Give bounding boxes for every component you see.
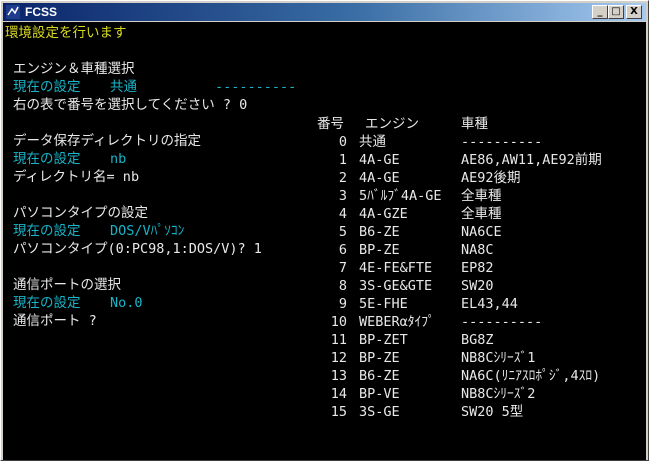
row-number: 3 (338, 188, 347, 204)
console-area[interactable]: 環境設定を行います エンジン＆車種選択 現在の設定 共通 ---------- … (3, 22, 646, 460)
table-header-number: 番号 (317, 116, 344, 132)
row-vehicle: ---------- (461, 314, 543, 330)
engine-current-value: 共通 (110, 79, 137, 95)
row-vehicle: BG8Z (461, 332, 494, 348)
row-engine: BP-VE (359, 386, 400, 402)
row-number: 12 (330, 350, 347, 366)
row-vehicle: EP82 (461, 260, 494, 276)
row-number: 7 (338, 260, 347, 276)
row-engine: BP-ZE (359, 242, 400, 258)
engine-current-dashes: ---------- (215, 79, 297, 95)
close-button[interactable]: X (626, 5, 642, 19)
row-engine: B6-ZE (359, 224, 400, 240)
console-header: 環境設定を行います (5, 25, 127, 41)
row-vehicle: SW20 5型 (461, 404, 524, 420)
row-vehicle: 全車種 (461, 188, 502, 204)
row-number: 14 (330, 386, 347, 402)
pc-type-current-label: 現在の設定 (13, 223, 81, 239)
row-engine: B6-ZE (359, 368, 400, 384)
engine-current-label: 現在の設定 (13, 79, 81, 95)
row-number: 13 (330, 368, 347, 384)
row-engine: 共通 (359, 134, 386, 150)
console-window: FCSS _ □ X 環境設定を行います エンジン＆車種選択 現在の設定 共通 … (0, 0, 649, 461)
row-engine: BP-ZET (359, 332, 408, 348)
engine-section-heading: エンジン＆車種選択 (13, 61, 135, 77)
row-vehicle: SW20 (461, 278, 494, 294)
row-number: 2 (338, 170, 347, 186)
data-dir-heading: データ保存ディレクトリの指定 (13, 133, 202, 149)
pc-type-prompt: パソコンタイプ(0:PC98,1:DOS/V)? 1 (13, 241, 262, 257)
maximize-icon: □ (611, 6, 621, 17)
row-vehicle: NA6CE (461, 224, 502, 240)
data-dir-current-label: 現在の設定 (13, 151, 81, 167)
row-engine: 4A-GE (359, 170, 400, 186)
window-app-icon[interactable] (6, 5, 20, 19)
table-header-engine: エンジン (365, 116, 419, 132)
row-engine: 3S-GE (359, 404, 400, 420)
row-number: 10 (330, 314, 347, 330)
row-vehicle: ---------- (461, 134, 543, 150)
row-vehicle: NA8C (461, 242, 494, 258)
row-number: 5 (338, 224, 347, 240)
row-vehicle: AE92後期 (461, 170, 521, 186)
row-vehicle: 全車種 (461, 206, 502, 222)
maximize-button[interactable]: □ (608, 5, 624, 19)
title-bar[interactable]: FCSS _ □ X (3, 3, 646, 21)
row-vehicle: NB8Cｼﾘｰｽﾞ2 (461, 386, 536, 402)
table-header-vehicle: 車種 (461, 116, 488, 132)
port-current-value: No.0 (110, 295, 143, 311)
row-number: 11 (330, 332, 347, 348)
port-heading: 通信ポートの選択 (13, 277, 121, 293)
row-vehicle: EL43,44 (461, 296, 518, 312)
window-title: FCSS (25, 5, 58, 19)
row-number: 6 (338, 242, 347, 258)
minimize-icon: _ (597, 6, 603, 17)
row-engine: 3S-GE&GTE (359, 278, 433, 294)
row-vehicle: NB8Cｼﾘｰｽﾞ1 (461, 350, 536, 366)
pc-type-heading: パソコンタイプの設定 (13, 205, 148, 221)
row-engine: BP-ZE (359, 350, 400, 366)
row-number: 8 (338, 278, 347, 294)
close-icon: X (630, 6, 638, 17)
data-dir-prompt: ディレクトリ名= nb (13, 169, 140, 185)
row-engine: 5ﾊﾞﾙﾌﾞ4A-GE (359, 188, 442, 204)
row-number: 15 (330, 404, 347, 420)
row-number: 4 (338, 206, 347, 222)
row-engine: 5E-FHE (359, 296, 408, 312)
row-number: 1 (338, 152, 347, 168)
port-prompt: 通信ポート ? (13, 313, 97, 329)
pc-type-current-value: DOS/Vﾊﾟｿｺﾝ (110, 223, 185, 239)
row-engine: 4A-GZE (359, 206, 408, 222)
row-engine: 4A-GE (359, 152, 400, 168)
minimize-button[interactable]: _ (592, 5, 608, 19)
row-engine: 4E-FE&FTE (359, 260, 433, 276)
engine-prompt: 右の表で番号を選択してください ? 0 (13, 97, 248, 113)
row-vehicle: AE86,AW11,AE92前期 (461, 152, 602, 168)
row-number: 9 (338, 296, 347, 312)
data-dir-current-value: nb (110, 151, 127, 167)
row-number: 0 (338, 134, 347, 150)
row-engine: WEBERαﾀｲﾌﾟ (359, 314, 435, 330)
row-vehicle: NA6C(ﾘﾆｱｽﾛﾎﾟｼﾞ,4ｽﾛ) (461, 368, 601, 384)
port-current-label: 現在の設定 (13, 295, 81, 311)
